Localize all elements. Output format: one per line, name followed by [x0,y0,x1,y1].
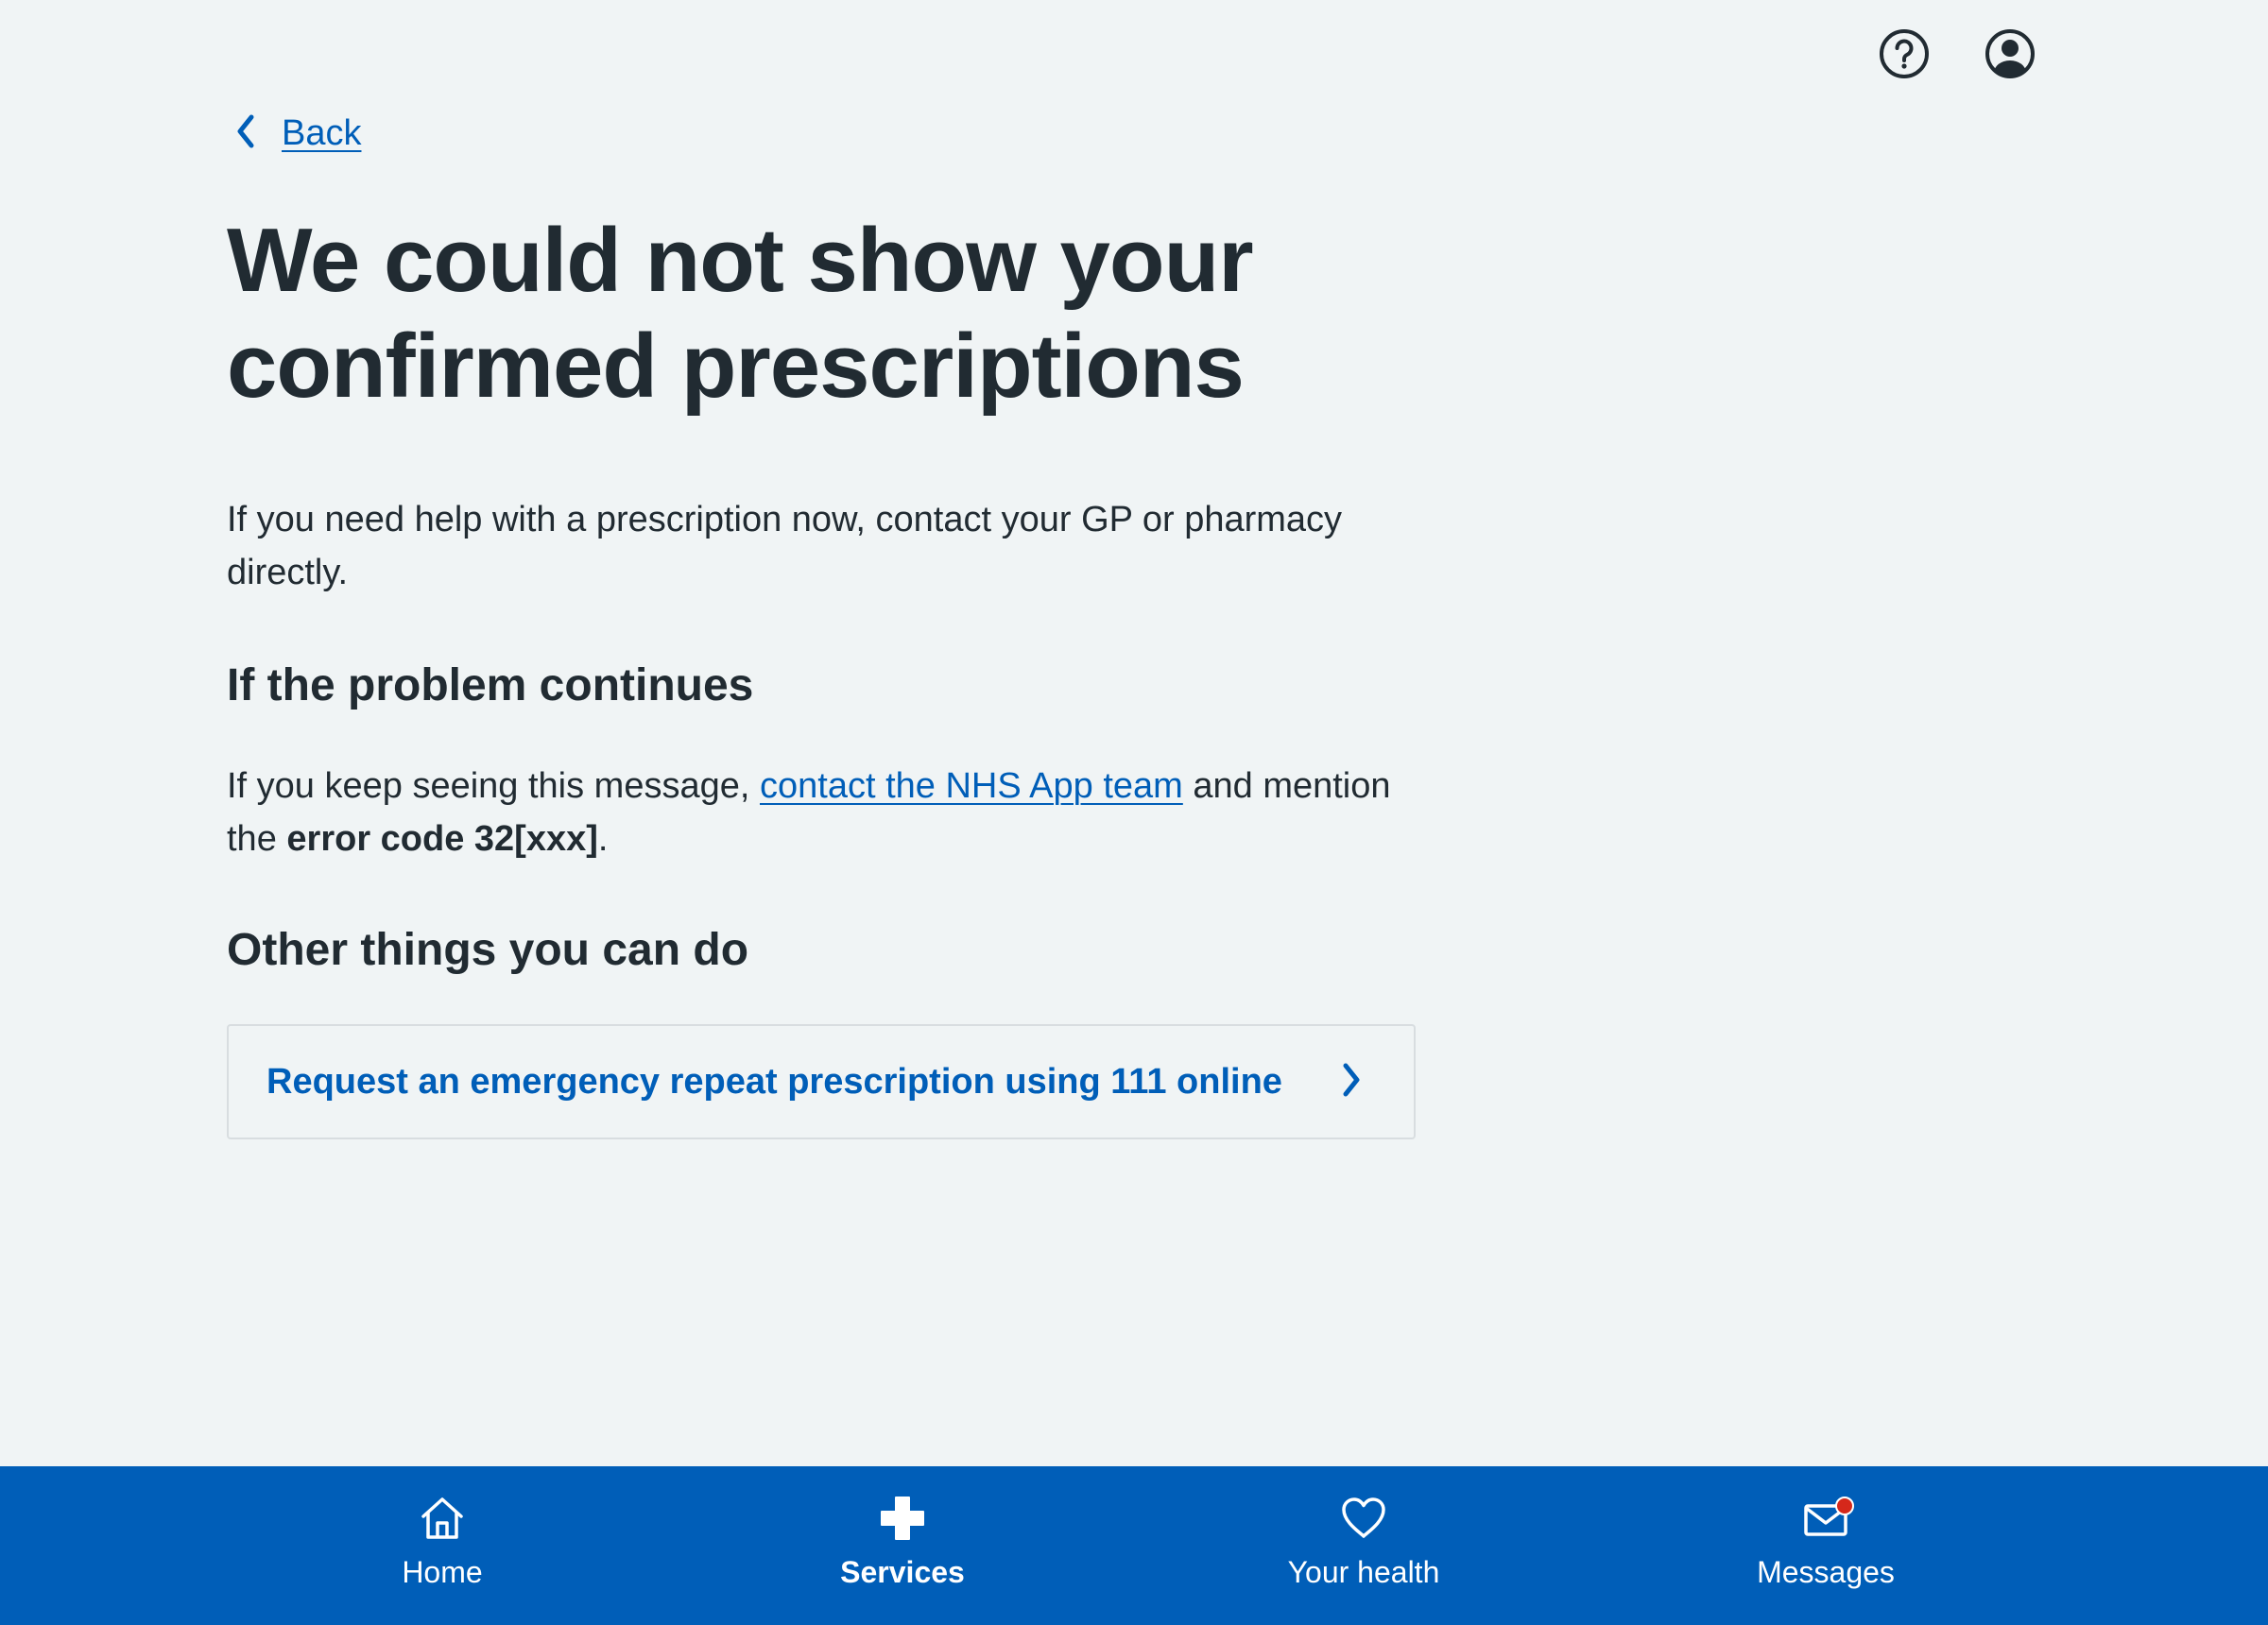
error-code: error code 32[xxx] [286,819,598,859]
unread-badge [1835,1497,1854,1515]
page-title: We could not show your confirmed prescri… [227,210,1254,417]
main-content: We could not show your confirmed prescri… [227,208,1418,1139]
problem-text-before: If you keep seeing this message, [227,766,760,806]
help-circle-icon[interactable] [1877,26,1932,81]
contact-nhs-app-team-link[interactable]: contact the NHS App team [760,766,1183,806]
envelope-icon [1801,1491,1854,1546]
account-icon[interactable] [1983,26,2037,81]
intro-text: If you need help with a prescription now… [227,500,1343,592]
heart-icon [1339,1491,1388,1546]
header-actions [1877,26,2037,81]
nav-item-label: Your health [1287,1555,1440,1589]
problem-text-after: . [597,819,609,859]
nav-item-services[interactable]: Services [761,1466,1044,1625]
nav-item-label: Messages [1757,1555,1895,1589]
chevron-right-icon [1340,1061,1363,1103]
back-link[interactable]: Back [234,113,361,154]
nav-item-home[interactable]: Home [301,1466,584,1625]
bottom-navigation: Home Services Your health Messages [0,1466,2268,1625]
nav-item-label: Home [402,1555,483,1589]
back-link-label: Back [282,113,362,153]
nav-item-your-health[interactable]: Your health [1222,1466,1505,1625]
plus-icon [878,1491,927,1546]
problem-text: If you keep seeing this message, contact… [227,760,1418,865]
problem-heading: If the problem continues [227,660,754,710]
emergency-prescription-link-card[interactable]: Request an emergency repeat prescription… [227,1024,1416,1139]
nav-item-label: Services [840,1555,965,1589]
emergency-prescription-link-label: Request an emergency repeat prescription… [266,1061,1282,1102]
nav-item-messages[interactable]: Messages [1684,1466,1967,1625]
other-things-heading: Other things you can do [227,925,749,975]
home-icon [418,1491,467,1546]
chevron-left-icon [234,113,257,154]
